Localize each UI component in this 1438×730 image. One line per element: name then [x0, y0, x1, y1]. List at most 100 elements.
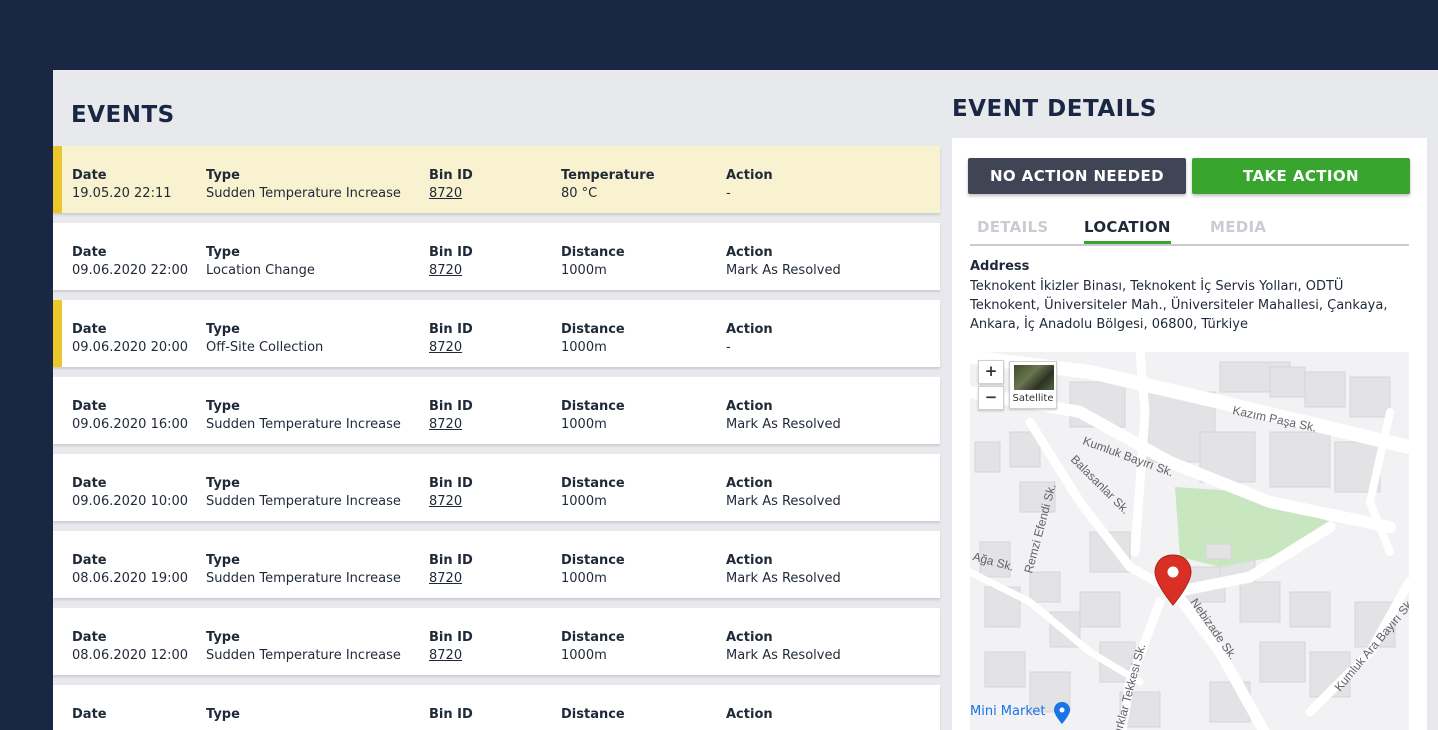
event-action-value: Mark As Resolved [726, 263, 841, 278]
event-action-label: Action [726, 399, 773, 414]
event-bin-id-label: Bin ID [429, 553, 473, 568]
event-date-column: Date 19.05.20 22:11 [72, 167, 172, 203]
event-action-label: Action [726, 245, 773, 260]
event-type-column: Type Sudden Temperature Increase [206, 629, 401, 665]
event-action-label: Action [726, 553, 773, 568]
event-card[interactable]: Date 08.06.2020 12:00 Type Sudden Temperatu… [53, 608, 940, 675]
event-bin-id-link[interactable]: 8720 [429, 185, 473, 203]
event-bin-id-link[interactable]: 8720 [429, 262, 473, 280]
event-metric-column: Temperature 80 °C [561, 167, 655, 203]
event-date-column: Date [72, 706, 107, 724]
event-date-column: Date 08.06.2020 12:00 [72, 629, 188, 665]
tab-media[interactable]: MEDIA [1210, 218, 1266, 241]
event-type-column: Type Sudden Temperature Increase [206, 552, 401, 588]
event-metric-column: Distance 1000m [561, 321, 625, 357]
event-bin-id-link[interactable]: 8720 [429, 570, 473, 588]
mini-market-pin-icon[interactable] [1054, 702, 1070, 724]
event-card[interactable]: Date 08.06.2020 19:00 Type Sudden Temperatu… [53, 531, 940, 598]
address-label: Address [970, 259, 1030, 274]
event-date-label: Date [72, 399, 107, 414]
event-type-column: Type Location Change [206, 244, 315, 280]
event-bin-id-column: Bin ID 8720 [429, 167, 473, 203]
event-type-column: Type Sudden Temperature Increase [206, 398, 401, 434]
event-date-label: Date [72, 322, 107, 337]
event-action-label: Action [726, 476, 773, 491]
event-action-column: Action - [726, 321, 773, 357]
take-action-button[interactable]: TAKE ACTION [1192, 158, 1410, 194]
event-type-value: Sudden Temperature Increase [206, 417, 401, 432]
event-card[interactable]: Date 09.06.2020 20:00 Type Off-Site Collect… [53, 300, 940, 367]
event-metric-column: Distance [561, 706, 625, 724]
event-bin-id-column: Bin ID 8720 [429, 244, 473, 280]
event-card[interactable]: Date 09.06.2020 16:00 Type Sudden Temperatu… [53, 377, 940, 444]
event-bin-id-label: Bin ID [429, 707, 473, 722]
event-action-column: Action Mark As Resolved [726, 629, 841, 665]
event-bin-id-link[interactable]: 8720 [429, 493, 473, 511]
event-bin-id-link[interactable]: 8720 [429, 416, 473, 434]
event-bin-id-column: Bin ID [429, 706, 473, 724]
event-date-value: 09.06.2020 10:00 [72, 494, 189, 509]
event-details-panel: NO ACTION NEEDED TAKE ACTION DETAILS LOC… [952, 138, 1427, 730]
event-date-label: Date [72, 168, 107, 183]
event-action-label: Action [726, 630, 773, 645]
event-metric-value: 1000m [561, 340, 607, 355]
event-bin-id-column: Bin ID 8720 [429, 552, 473, 588]
event-bin-id-column: Bin ID 8720 [429, 475, 473, 511]
event-card[interactable]: Date Type Bin ID Distance Action [53, 685, 940, 730]
event-metric-label: Distance [561, 476, 625, 491]
event-date-label: Date [72, 630, 107, 645]
event-type-value: Sudden Temperature Increase [206, 571, 401, 586]
no-action-needed-button[interactable]: NO ACTION NEEDED [968, 158, 1186, 194]
event-metric-value: 80 °C [561, 186, 598, 201]
zoom-out-button[interactable]: − [978, 386, 1004, 410]
event-date-label: Date [72, 707, 107, 722]
event-action-label: Action [726, 322, 773, 337]
tab-details[interactable]: DETAILS [977, 218, 1048, 241]
event-action-column: Action Mark As Resolved [726, 398, 841, 434]
event-type-value: Off-Site Collection [206, 340, 324, 355]
event-type-column: Type [206, 706, 240, 724]
event-bin-id-label: Bin ID [429, 168, 473, 183]
event-action-label: Action [726, 168, 773, 183]
event-metric-label: Distance [561, 399, 625, 414]
event-action-column: Action - [726, 167, 773, 203]
event-metric-column: Distance 1000m [561, 244, 625, 280]
event-type-label: Type [206, 168, 240, 183]
event-metric-value: 1000m [561, 417, 607, 432]
event-date-column: Date 08.06.2020 19:00 [72, 552, 188, 588]
event-bin-id-column: Bin ID 8720 [429, 398, 473, 434]
event-date-column: Date 09.06.2020 20:00 [72, 321, 188, 357]
events-list: Date 19.05.20 22:11 Type Sudden Temperature… [53, 146, 940, 730]
event-date-value: 09.06.2020 22:00 [72, 263, 189, 278]
event-type-column: Type Off-Site Collection [206, 321, 323, 357]
mini-market-label[interactable]: Mini Market [970, 704, 1046, 719]
event-type-label: Type [206, 553, 240, 568]
event-metric-label: Distance [561, 245, 625, 260]
event-card[interactable]: Date 19.05.20 22:11 Type Sudden Temperature… [53, 146, 940, 213]
location-map[interactable]: Kazım Paşa Sk. Kumluk Bayırı Sk. Balasan… [970, 352, 1409, 730]
event-action-value: - [726, 186, 731, 201]
tab-location[interactable]: LOCATION [1084, 218, 1171, 244]
event-metric-column: Distance 1000m [561, 475, 625, 511]
event-metric-label: Distance [561, 707, 625, 722]
event-card[interactable]: Date 09.06.2020 22:00 Type Location Change B… [53, 223, 940, 290]
event-type-column: Type Sudden Temperature Increase [206, 475, 401, 511]
event-bin-id-column: Bin ID 8720 [429, 321, 473, 357]
event-metric-column: Distance 1000m [561, 629, 625, 665]
event-type-value: Location Change [206, 263, 315, 278]
event-date-column: Date 09.06.2020 22:00 [72, 244, 188, 280]
event-metric-label: Distance [561, 322, 625, 337]
event-metric-value: 1000m [561, 494, 607, 509]
event-metric-value: 1000m [561, 648, 607, 663]
event-type-value: Sudden Temperature Increase [206, 648, 401, 663]
event-date-value: 08.06.2020 12:00 [72, 648, 189, 663]
event-action-column: Action [726, 706, 773, 724]
zoom-in-button[interactable]: + [978, 360, 1004, 384]
event-bin-id-link[interactable]: 8720 [429, 339, 473, 357]
event-bin-id-link[interactable]: 8720 [429, 647, 473, 665]
event-metric-column: Distance 1000m [561, 398, 625, 434]
event-card[interactable]: Date 09.06.2020 10:00 Type Sudden Temperatu… [53, 454, 940, 521]
event-details-title: EVENT DETAILS [952, 96, 1157, 122]
event-date-value: 09.06.2020 16:00 [72, 417, 189, 432]
satellite-toggle[interactable]: Satellite [1009, 361, 1057, 409]
